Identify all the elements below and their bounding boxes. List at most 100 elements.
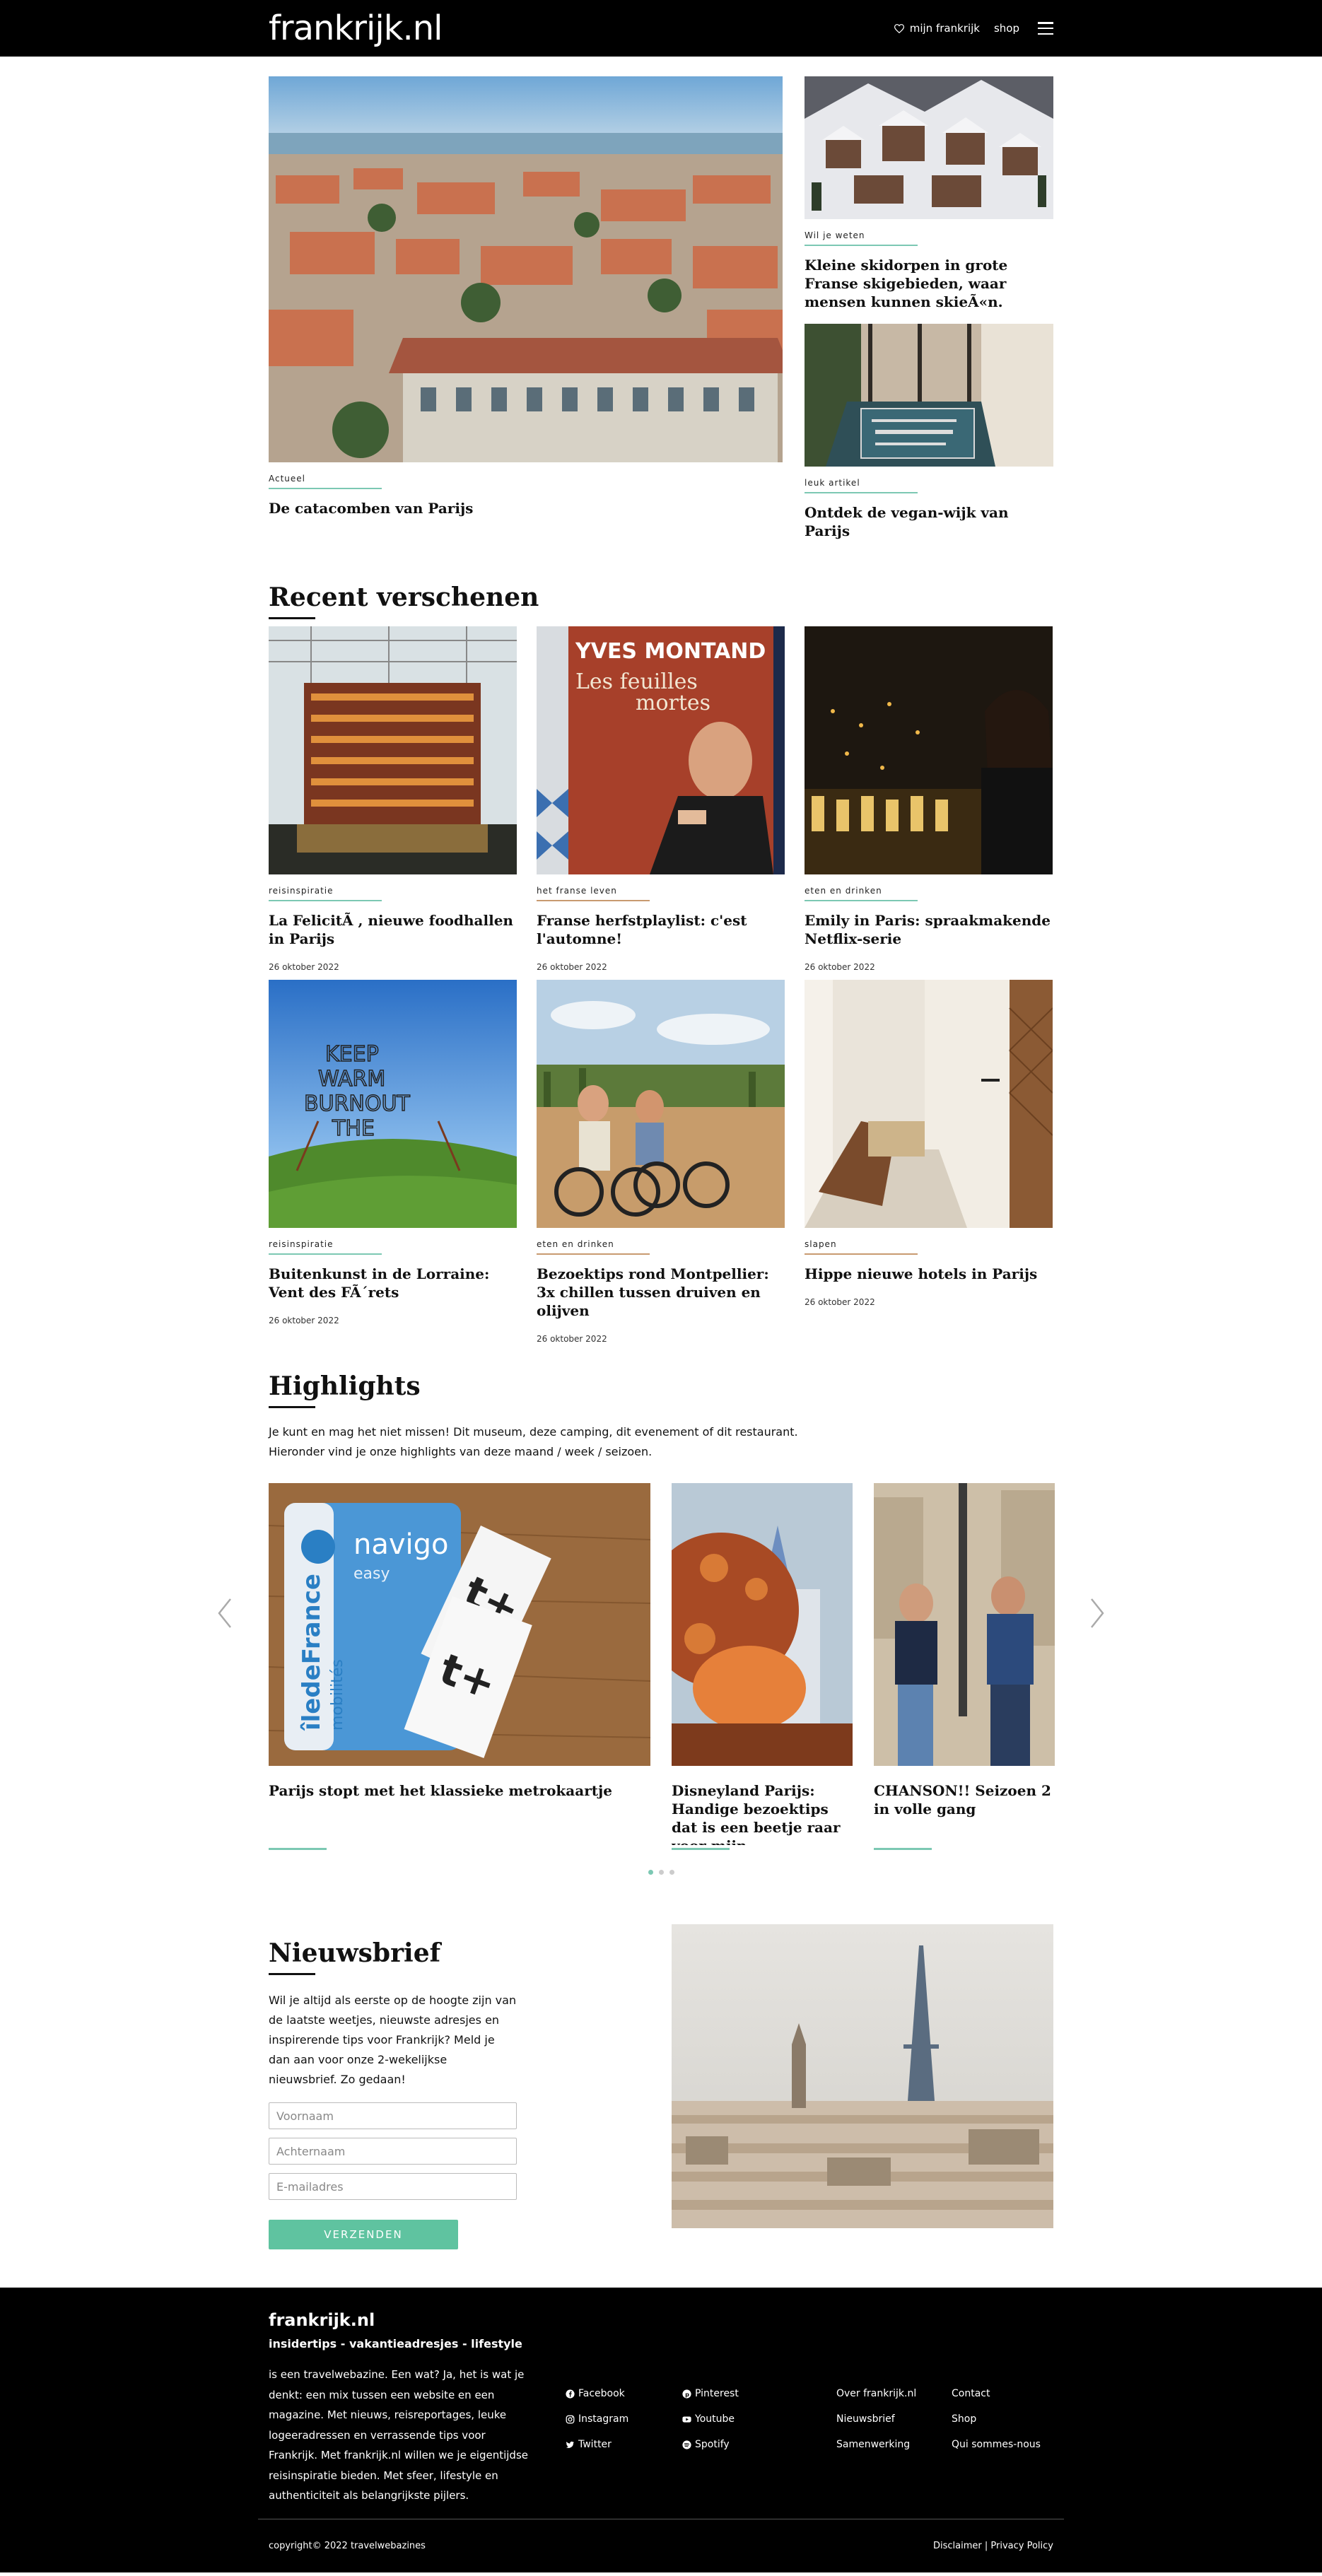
- recent-date: 26 oktober 2022: [537, 1334, 607, 1344]
- featured-side-card-1[interactable]: Wil je weten Kleine skidorpen in grote F…: [805, 76, 1053, 311]
- carousel-dot[interactable]: [669, 1870, 674, 1875]
- facebook-link[interactable]: Facebook: [566, 2388, 682, 2399]
- carousel-dots: [269, 1870, 1053, 1875]
- youtube-label: Youtube: [695, 2413, 735, 2425]
- recent-title[interactable]: La FelicitÃ , nieuwe foodhallen in Parij…: [269, 911, 517, 948]
- highlights-carousel[interactable]: navigo easy îledeFrance mobilités t+ t+ Parij…: [218, 1483, 1104, 1875]
- footer-link-samenwerking[interactable]: Samenwerking: [836, 2439, 952, 2450]
- highlight-title[interactable]: Parijs stopt met het klassieke metrokaar…: [269, 1781, 650, 1845]
- recent-card[interactable]: eten en drinken Bezoektips rond Montpell…: [537, 980, 785, 1344]
- copyright-text: copyright© 2022 travelwebazines: [269, 2540, 426, 2551]
- recent-title[interactable]: Franse herfstplaylist: c'est l'automne!: [537, 911, 785, 948]
- featured-side-photo-1[interactable]: [805, 76, 1053, 219]
- svg-text:BURNOUT: BURNOUT: [304, 1091, 410, 1116]
- twitter-label: Twitter: [578, 2439, 612, 2450]
- highlight-photo[interactable]: [874, 1483, 1055, 1766]
- featured-side-card-2[interactable]: leuk artikel Ontdek de vegan-wijk van Pa…: [805, 324, 1053, 540]
- recent-category[interactable]: slapen: [805, 1239, 917, 1255]
- highlight-card[interactable]: Disneyland Parijs: Handige bezoektips da…: [672, 1483, 853, 1850]
- recent-category[interactable]: eten en drinken: [537, 1239, 650, 1255]
- recent-photo[interactable]: [537, 980, 785, 1228]
- footer-link-nieuwsbrief[interactable]: Nieuwsbrief: [836, 2413, 952, 2425]
- hamburger-menu-icon[interactable]: [1038, 22, 1053, 35]
- recent-photo[interactable]: KEEP WARM BURNOUT THE: [269, 980, 517, 1228]
- site-logo[interactable]: frankrijk.nl: [269, 8, 443, 48]
- carousel-dot[interactable]: [658, 1870, 664, 1875]
- recent-card[interactable]: eten en drinken Emily in Paris: spraakma…: [805, 626, 1053, 980]
- shop-link[interactable]: shop: [994, 22, 1019, 35]
- mijn-frankrijk-label: mijn frankrijk: [909, 22, 980, 35]
- recent-category[interactable]: reisinspiratie: [269, 1239, 382, 1255]
- highlight-title[interactable]: Disneyland Parijs: Handige bezoektips da…: [672, 1781, 853, 1845]
- newsletter-form: Nieuwsbrief Wil je altijd als eerste op …: [269, 1938, 517, 2249]
- submit-button[interactable]: VERZENDEN: [269, 2220, 458, 2249]
- legal-links: Disclaimer | Privacy Policy: [933, 2541, 1053, 2551]
- chevron-right-icon[interactable]: [1089, 1596, 1106, 1630]
- featured-side-category-1[interactable]: Wil je weten: [805, 230, 918, 246]
- footer-link-contact[interactable]: Contact: [952, 2388, 1058, 2399]
- featured-side-column: Wil je weten Kleine skidorpen in grote F…: [805, 76, 1053, 540]
- featured-side-photo-2[interactable]: [805, 324, 1053, 467]
- highlights-track: navigo easy îledeFrance mobilités t+ t+ Parij…: [269, 1483, 1055, 1850]
- recent-title[interactable]: Hippe nieuwe hotels in Parijs: [805, 1265, 1053, 1283]
- featured-main-category[interactable]: Actueel: [269, 474, 382, 489]
- recent-category[interactable]: eten en drinken: [805, 886, 918, 901]
- recent-date: 26 oktober 2022: [269, 962, 339, 972]
- recent-card[interactable]: slapen Hippe nieuwe hotels in Parijs 26 …: [805, 980, 1053, 1333]
- featured-side-title-1[interactable]: Kleine skidorpen in grote Franse skigebi…: [805, 256, 1053, 311]
- recent-title[interactable]: Bezoektips rond Montpellier: 3x chillen …: [537, 1265, 785, 1320]
- recent-card[interactable]: KEEP WARM BURNOUT THE reisinspiratie Buiten…: [269, 980, 517, 1333]
- twitter-link[interactable]: Twitter: [566, 2439, 682, 2450]
- recent-category[interactable]: het franse leven: [537, 886, 650, 901]
- highlight-photo[interactable]: navigo easy îledeFrance mobilités t+ t+: [269, 1483, 650, 1766]
- footer-link-over[interactable]: Over frankrijk.nl: [836, 2388, 952, 2399]
- recent-card[interactable]: YVES MONTAND Les feuilles mortes het frans…: [537, 626, 785, 980]
- pinterest-label: Pinterest: [695, 2388, 739, 2399]
- highlight-underline: [874, 1848, 932, 1850]
- carousel-dot-active[interactable]: [648, 1870, 653, 1875]
- featured-side-title-2[interactable]: Ontdek de vegan-wijk van Parijs: [805, 503, 1053, 540]
- featured-main-photo[interactable]: [269, 76, 783, 462]
- featured-side-category-2[interactable]: leuk artikel: [805, 478, 918, 493]
- easy-text: easy: [353, 1565, 390, 1583]
- mijn-frankrijk-link[interactable]: mijn frankrijk: [894, 22, 980, 35]
- highlights-heading: Highlights: [269, 1371, 421, 1408]
- pinterest-link[interactable]: p Pinterest: [682, 2388, 836, 2399]
- disclaimer-link[interactable]: Disclaimer: [933, 2541, 982, 2551]
- highlight-card[interactable]: navigo easy îledeFrance mobilités t+ t+ Parij…: [269, 1483, 650, 1850]
- highlight-title[interactable]: CHANSON!! Seizoen 2 in volle gang: [874, 1781, 1055, 1845]
- last-name-input[interactable]: Achternaam: [269, 2138, 517, 2165]
- privacy-policy-link[interactable]: Privacy Policy: [990, 2541, 1053, 2551]
- recent-photo[interactable]: [805, 980, 1053, 1228]
- youtube-link[interactable]: Youtube: [682, 2413, 836, 2425]
- recent-title[interactable]: Emily in Paris: spraakmakende Netflix-se…: [805, 911, 1053, 948]
- highlight-card[interactable]: CHANSON!! Seizoen 2 in volle gang: [874, 1483, 1055, 1850]
- featured-main-card[interactable]: Actueel De catacomben van Parijs: [269, 76, 783, 540]
- first-name-input[interactable]: Voornaam: [269, 2102, 517, 2129]
- recent-date: 26 oktober 2022: [537, 962, 607, 972]
- footer-link-qui-sommes-nous[interactable]: Qui sommes-nous: [952, 2439, 1058, 2450]
- newsletter-heading: Nieuwsbrief: [269, 1938, 440, 1975]
- featured-section: Actueel De catacomben van Parijs Wil je …: [269, 76, 1053, 540]
- featured-main-title[interactable]: De catacomben van Parijs: [269, 499, 783, 517]
- highlight-photo[interactable]: [672, 1483, 853, 1766]
- footer-links: Facebook p Pinterest Over frankrijk.nl Co…: [566, 2388, 1058, 2450]
- recent-title[interactable]: Buitenkunst in de Lorraine: Vent des FÃ´…: [269, 1265, 517, 1301]
- recent-photo[interactable]: YVES MONTAND Les feuilles mortes: [537, 626, 785, 874]
- recent-card[interactable]: reisinspiratie La FelicitÃ , nieuwe food…: [269, 626, 517, 980]
- main-content: Actueel De catacomben van Parijs Wil je …: [218, 76, 1104, 2249]
- footer-link-shop[interactable]: Shop: [952, 2413, 1058, 2425]
- newsletter-photo: [672, 1924, 1053, 2228]
- recent-category[interactable]: reisinspiratie: [269, 886, 382, 901]
- navigo-text: navigo: [353, 1528, 449, 1561]
- recent-date: 26 oktober 2022: [269, 1316, 339, 1325]
- instagram-link[interactable]: Instagram: [566, 2413, 682, 2425]
- recent-photo[interactable]: [269, 626, 517, 874]
- chevron-left-icon[interactable]: [216, 1596, 233, 1630]
- email-input[interactable]: E-mailadres: [269, 2173, 517, 2200]
- footer-logo[interactable]: frankrijk.nl: [269, 2310, 1053, 2330]
- highlights-intro-line-1: Je kunt en mag het niet missen! Dit muse…: [269, 1425, 798, 1439]
- spotify-icon: [682, 2440, 691, 2449]
- recent-photo[interactable]: [805, 626, 1053, 874]
- spotify-link[interactable]: Spotify: [682, 2439, 836, 2450]
